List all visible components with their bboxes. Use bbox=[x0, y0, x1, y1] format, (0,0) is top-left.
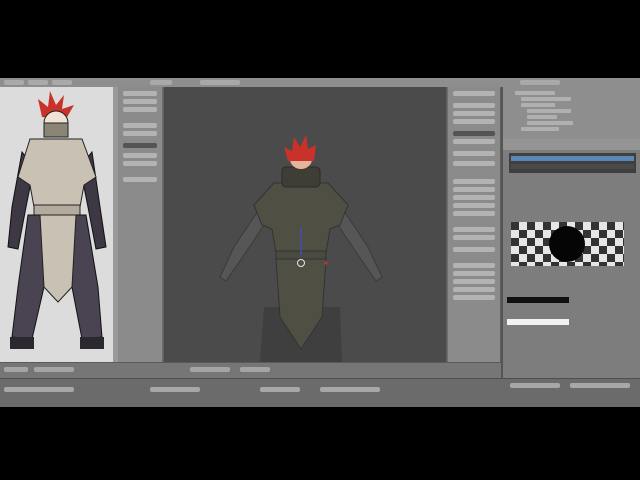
properties-editor bbox=[501, 87, 640, 378]
outliner bbox=[503, 87, 640, 140]
props-field[interactable] bbox=[570, 383, 630, 388]
tool-button-delete[interactable] bbox=[123, 131, 157, 136]
menu-add[interactable] bbox=[28, 80, 48, 85]
npanel-field-3[interactable] bbox=[453, 111, 495, 116]
frame-start[interactable] bbox=[150, 387, 200, 392]
npanel-field-1[interactable] bbox=[453, 91, 495, 96]
menu-file[interactable] bbox=[4, 80, 24, 85]
npanel-field-19[interactable] bbox=[453, 279, 495, 284]
view-menu[interactable] bbox=[4, 367, 28, 372]
npanel-field-18[interactable] bbox=[453, 271, 495, 276]
outliner-row[interactable] bbox=[515, 91, 555, 95]
npanel-field-7[interactable] bbox=[453, 151, 495, 156]
timeline-control[interactable] bbox=[4, 387, 74, 392]
props-field[interactable] bbox=[510, 383, 560, 388]
tool-button-active[interactable] bbox=[123, 143, 157, 148]
checker-texture-icon bbox=[511, 222, 624, 266]
menu-render[interactable] bbox=[52, 80, 72, 85]
npanel-field-6[interactable] bbox=[453, 139, 495, 144]
tool-button-shading[interactable] bbox=[123, 153, 157, 158]
npanel-field-8[interactable] bbox=[453, 161, 495, 166]
npanel-field-15[interactable] bbox=[453, 235, 495, 240]
material-slot-selected[interactable] bbox=[511, 156, 634, 161]
outliner-row[interactable] bbox=[527, 109, 571, 113]
tool-button-smooth[interactable] bbox=[123, 161, 157, 166]
npanel-field-2[interactable] bbox=[453, 103, 495, 108]
npanel-field-20[interactable] bbox=[453, 287, 495, 292]
npanel-field-13[interactable] bbox=[453, 211, 495, 216]
npanel-field-10[interactable] bbox=[453, 187, 495, 192]
tool-shelf bbox=[118, 87, 163, 362]
npanel-field-21[interactable] bbox=[453, 295, 495, 300]
mode-selector[interactable] bbox=[190, 367, 230, 372]
outliner-row[interactable] bbox=[521, 97, 571, 101]
npanel-field-17[interactable] bbox=[453, 263, 495, 268]
engine-selector[interactable] bbox=[520, 80, 560, 85]
npanel-field-5[interactable] bbox=[453, 131, 495, 136]
npanel-field-12[interactable] bbox=[453, 203, 495, 208]
reference-image-panel bbox=[0, 87, 113, 362]
3d-viewport[interactable] bbox=[164, 87, 446, 362]
outliner-row[interactable] bbox=[527, 115, 557, 119]
scene-selector[interactable] bbox=[200, 80, 240, 85]
material-slot[interactable] bbox=[511, 164, 634, 169]
character-reference-image bbox=[7, 91, 107, 349]
npanel-field-14[interactable] bbox=[453, 227, 495, 232]
mesh-hair bbox=[284, 135, 316, 161]
frame-end[interactable] bbox=[260, 387, 300, 392]
tool-button-history[interactable] bbox=[123, 177, 157, 182]
character-mesh[interactable] bbox=[164, 87, 446, 362]
tool-button-translate[interactable] bbox=[123, 91, 157, 96]
viewport-header bbox=[0, 362, 501, 379]
tool-button-rotate[interactable] bbox=[123, 99, 157, 104]
shading-selector[interactable] bbox=[240, 367, 270, 372]
npanel-field-11[interactable] bbox=[453, 195, 495, 200]
tool-button-duplicate[interactable] bbox=[123, 123, 157, 128]
color-ramp-black[interactable] bbox=[507, 297, 569, 303]
tool-button-scale[interactable] bbox=[123, 107, 157, 112]
timeline-bar bbox=[0, 378, 640, 407]
npanel-field-4[interactable] bbox=[453, 119, 495, 124]
viewport-properties-shelf bbox=[447, 87, 500, 362]
npanel-field-9[interactable] bbox=[453, 179, 495, 184]
color-ramp-white[interactable] bbox=[507, 319, 569, 325]
material-slot-list[interactable] bbox=[509, 153, 636, 173]
npanel-field-16[interactable] bbox=[453, 247, 495, 252]
outliner-row[interactable] bbox=[527, 121, 573, 125]
properties-tab-bar[interactable] bbox=[503, 139, 640, 150]
outliner-row[interactable] bbox=[521, 103, 555, 107]
outliner-row[interactable] bbox=[521, 127, 559, 131]
screen-layout-selector[interactable] bbox=[150, 80, 172, 85]
playback-controls[interactable] bbox=[320, 387, 380, 392]
select-menu[interactable] bbox=[34, 367, 74, 372]
blender-window bbox=[0, 78, 640, 407]
